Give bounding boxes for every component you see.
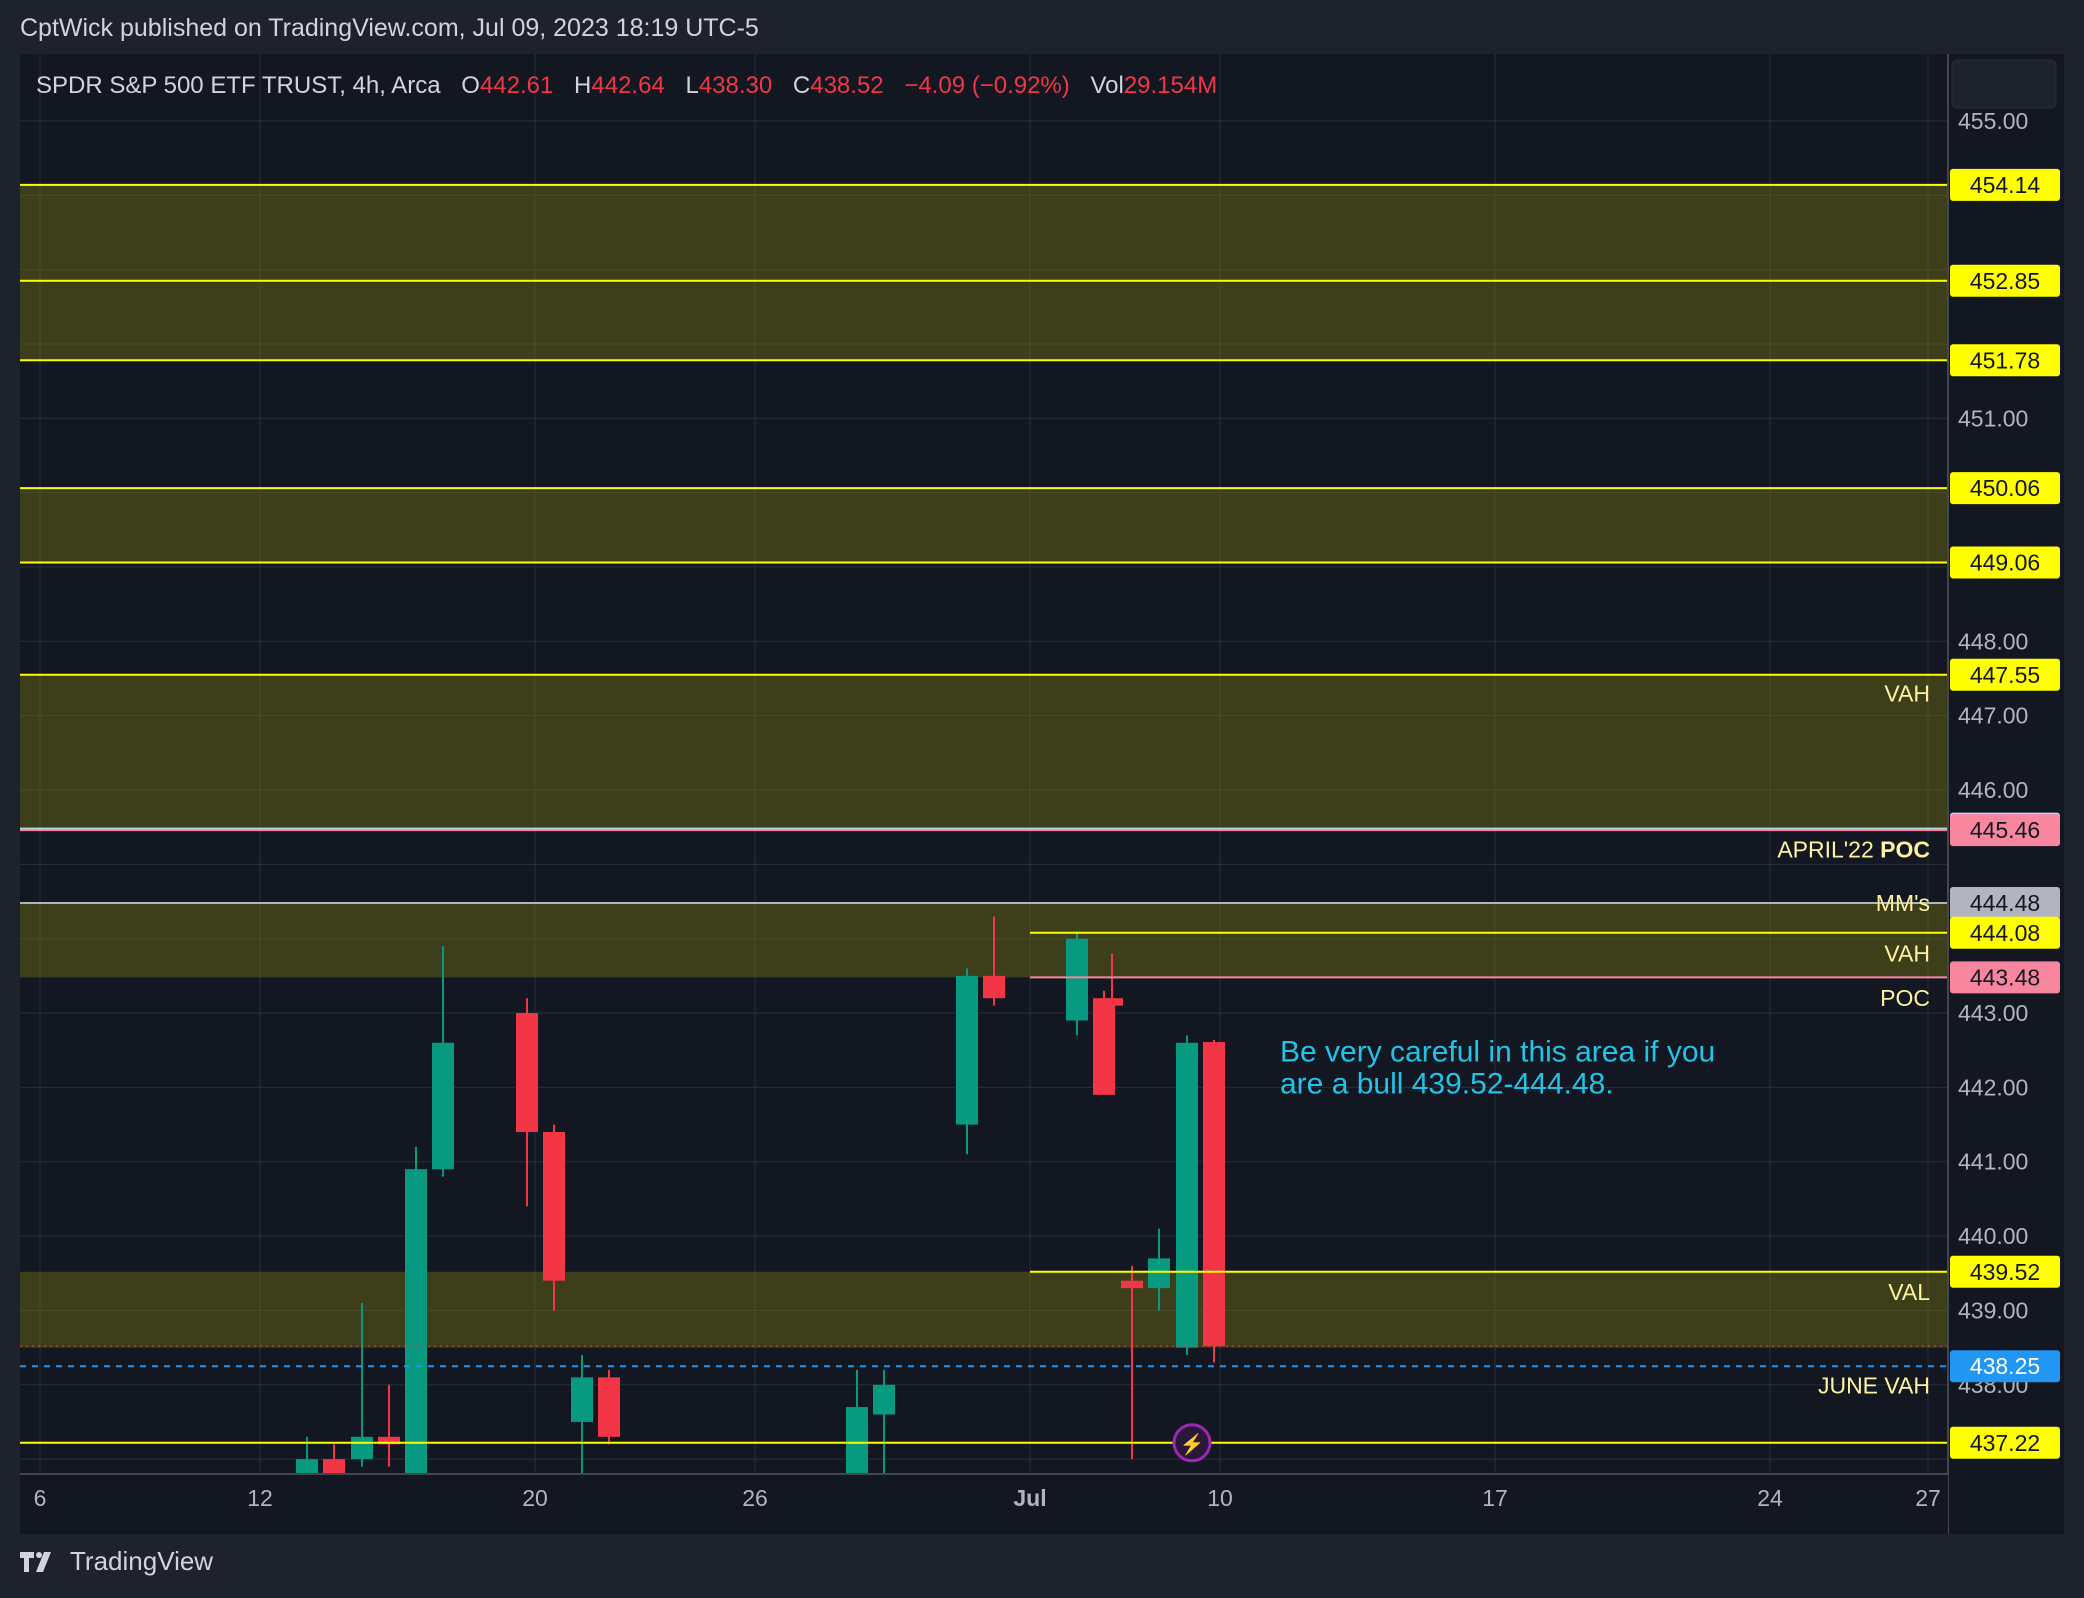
- tradingview-logo-icon: [20, 1551, 51, 1572]
- chart-annotation-line: Be very careful in this area if you: [1280, 1035, 1715, 1068]
- y-tick-label: 440.00: [1958, 1223, 2028, 1249]
- x-tick-label: 26: [742, 1485, 768, 1511]
- footer-brand-label: TradingView: [70, 1546, 214, 1576]
- level-note-label: JUNE VAH: [1818, 1373, 1930, 1399]
- x-tick-label: 17: [1482, 1485, 1508, 1511]
- y-tick-label: 441.00: [1958, 1149, 2028, 1175]
- candle-body[interactable]: [516, 1013, 538, 1133]
- footer-brand[interactable]: TradingView: [20, 1546, 213, 1577]
- lightning-icon: ⚡: [1180, 1432, 1205, 1456]
- level-zone: [20, 1271, 1948, 1348]
- price-tag-label: 449.06: [1970, 550, 2040, 576]
- x-tick-label: 27: [1915, 1485, 1941, 1511]
- high-value: 442.64: [591, 72, 665, 99]
- open-value: 442.61: [479, 72, 554, 99]
- candle-body[interactable]: [1101, 998, 1123, 1006]
- candle-body[interactable]: [432, 1042, 454, 1170]
- price-tag-label: 447.55: [1970, 662, 2040, 688]
- change-value: −4.09 (−0.92%): [904, 72, 1070, 99]
- candle-body[interactable]: [405, 1169, 427, 1474]
- price-tag-label: 454.14: [1970, 172, 2041, 198]
- chart-pane[interactable]: VAH APRIL'22 POC MM's VAH POC VAL JUNE VAH Be v…: [20, 54, 2064, 1534]
- price-tag-label: 452.85: [1970, 268, 2040, 294]
- y-tick-label: 446.00: [1958, 777, 2028, 803]
- symbol-name[interactable]: SPDR S&P 500 ETF TRUST, 4h, Arca: [36, 72, 441, 99]
- y-tick-label: 443.00: [1958, 1000, 2028, 1026]
- y-tick-label: 439.00: [1958, 1297, 2028, 1323]
- level-note-label: APRIL'22 POC: [1777, 836, 1930, 862]
- price-tag-label: 450.06: [1970, 475, 2040, 501]
- candle-body[interactable]: [571, 1377, 593, 1422]
- publish-info: CptWick published on TradingView.com, Ju…: [20, 14, 759, 42]
- x-tick-label: 24: [1757, 1485, 1783, 1511]
- level-note-label: VAH: [1884, 680, 1930, 706]
- level-zone: [20, 903, 1948, 978]
- candle-body[interactable]: [296, 1459, 318, 1474]
- x-tick-label: 12: [247, 1485, 273, 1511]
- level-note-bold: POC: [1880, 836, 1930, 862]
- y-tick-label: 442.00: [1958, 1074, 2028, 1100]
- close-value: 438.52: [810, 72, 884, 99]
- low-value: 438.30: [698, 72, 773, 99]
- level-note-label: VAL: [1888, 1279, 1930, 1305]
- x-tick-label: 20: [522, 1485, 548, 1511]
- candle-body[interactable]: [1148, 1258, 1170, 1289]
- price-chart[interactable]: VAH APRIL'22 POC MM's VAH POC VAL JUNE VAH Be v…: [20, 54, 2064, 1534]
- y-tick-label: 447.00: [1958, 703, 2028, 729]
- price-tag-label: 444.48: [1970, 890, 2040, 916]
- x-tick-label: 6: [34, 1485, 47, 1511]
- level-note-label: POC: [1880, 985, 1930, 1011]
- level-note-label: VAH: [1884, 941, 1930, 967]
- level-zone: [20, 674, 1948, 829]
- candle-body[interactable]: [1066, 938, 1088, 1021]
- level-zone: [20, 184, 1948, 361]
- candle-body[interactable]: [956, 975, 978, 1125]
- level-note-label: MM's: [1876, 890, 1930, 916]
- x-tick-label: Jul: [1013, 1485, 1046, 1511]
- time-scale[interactable]: [20, 1474, 1948, 1534]
- candle-body[interactable]: [1176, 1042, 1198, 1348]
- candle-body[interactable]: [543, 1132, 565, 1281]
- open-label: O: [461, 72, 480, 99]
- chart-annotation-line: are a bull 439.52-444.48.: [1280, 1067, 1614, 1100]
- candle-body[interactable]: [846, 1407, 868, 1474]
- low-label: L: [685, 72, 699, 99]
- level-zone: [20, 488, 1948, 563]
- close-label: C: [792, 72, 811, 99]
- price-tag-label: 439.52: [1970, 1259, 2040, 1285]
- candle-body[interactable]: [983, 975, 1005, 999]
- candle-body[interactable]: [1121, 1280, 1143, 1289]
- volume-label: Vol: [1090, 72, 1124, 99]
- candle-body[interactable]: [1203, 1042, 1225, 1347]
- candle-body[interactable]: [351, 1436, 373, 1460]
- x-tick-label: 10: [1207, 1485, 1233, 1511]
- high-label: H: [574, 72, 592, 99]
- price-tag-label: 445.46: [1970, 817, 2040, 843]
- symbol-legend: SPDR S&P 500 ETF TRUST, 4h, Arca O442.61…: [36, 72, 1217, 100]
- candle-body[interactable]: [598, 1377, 620, 1437]
- price-tag-label: 443.48: [1970, 964, 2040, 990]
- candle-body[interactable]: [873, 1384, 895, 1415]
- scale-settings-button[interactable]: [1951, 59, 2057, 109]
- price-tag-label: 444.08: [1970, 920, 2040, 946]
- price-tag-label: 451.78: [1970, 347, 2040, 373]
- volume-value: 29.154M: [1123, 72, 1218, 99]
- current-price-label: 438.25: [1970, 1353, 2040, 1379]
- price-tag-label: 437.22: [1970, 1430, 2040, 1456]
- y-tick-label: 451.00: [1958, 405, 2028, 431]
- candle-body[interactable]: [323, 1459, 345, 1474]
- y-tick-label: 448.00: [1958, 628, 2028, 654]
- y-tick-label: 455.00: [1958, 108, 2028, 134]
